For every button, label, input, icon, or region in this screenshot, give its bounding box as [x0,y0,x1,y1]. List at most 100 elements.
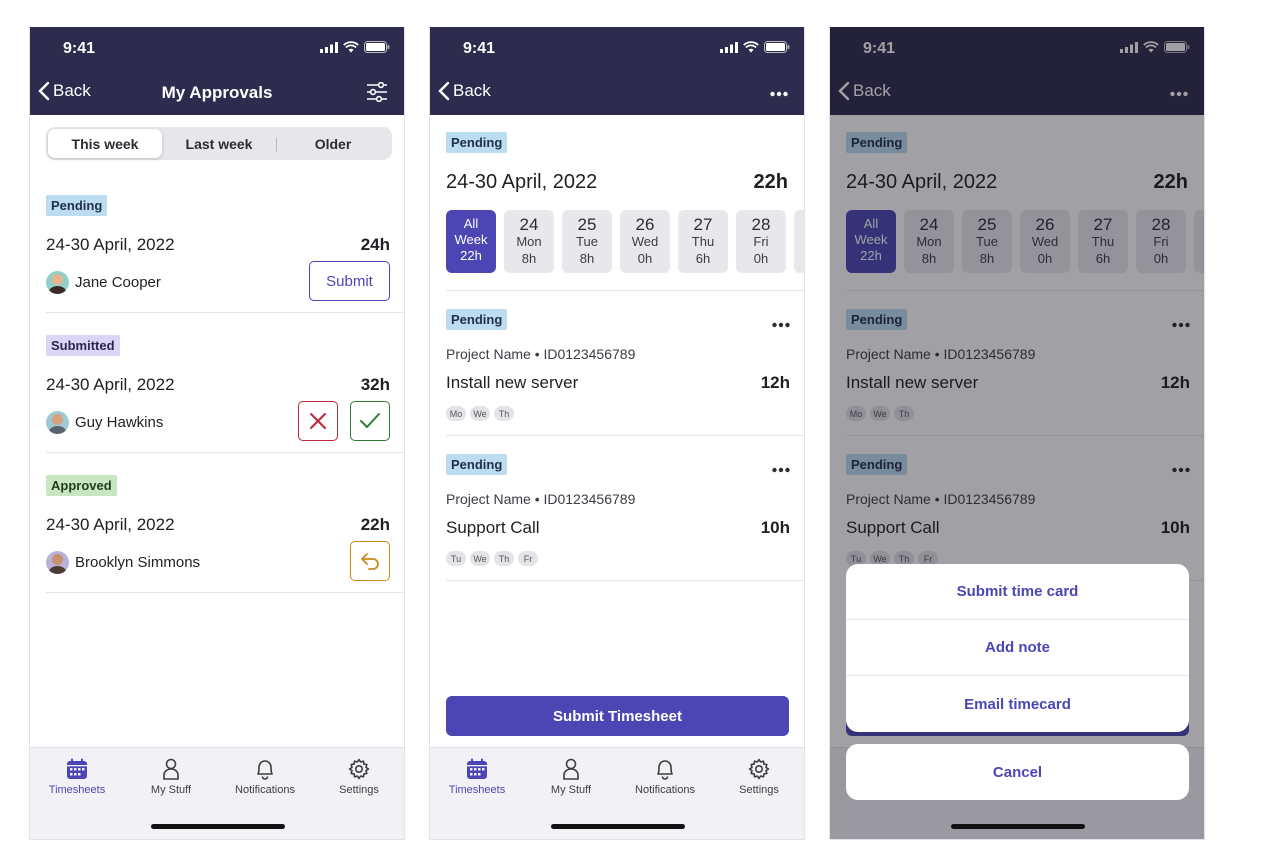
task-name: Support Call [446,518,540,537]
avatar [46,411,69,434]
avatar [46,271,69,294]
approval-card-pending[interactable]: Pending 24-30 April, 2022 24h Jane Coope… [46,173,404,313]
more-horizontal-icon [772,322,790,328]
gear-icon [748,758,770,780]
wifi-icon [743,41,759,53]
tab-settings[interactable]: Settings [312,758,404,796]
day-number: 26 [635,215,655,234]
submit-timesheet-button[interactable]: Submit Timesheet [446,696,789,736]
day-chip[interactable]: 27 Thu 6h [678,210,728,273]
tab-timesheets[interactable]: Timesheets [430,758,524,796]
day-chip: Th [494,551,514,566]
tab-label: Timesheets [48,784,106,796]
submit-time-card-option[interactable]: Submit time card [846,564,1189,620]
bell-icon [257,760,273,780]
day-chip[interactable]: 28 Fri 0h [736,210,786,273]
day-chip-partial[interactable] [794,210,804,273]
task-entry[interactable]: Pending Project Name • ID0123456789 Inst… [446,309,790,429]
back-button[interactable]: Back [38,81,91,101]
card-date: 24-30 April, 2022 [46,375,175,394]
task-more-button[interactable] [772,460,790,478]
task-entry[interactable]: Pending Project Name • ID0123456789 Supp… [446,454,790,574]
week-total-hours: 22h [753,171,788,193]
email-timecard-option[interactable]: Email timecard [846,676,1189,732]
avatar [46,551,69,574]
nav-header: 9:41 Back My Approvals [30,27,404,115]
tab-label: Notifications [235,784,295,796]
approval-card-submitted[interactable]: Submitted 24-30 April, 2022 32h Guy Hawk… [46,313,404,453]
day-label: All [463,216,479,231]
day-number: 25 [577,215,597,234]
filter-button[interactable] [366,81,388,107]
day-hours: 22h [460,248,482,263]
day-of-week: Wed [631,234,659,249]
calendar-icon [67,758,87,779]
day-number: 27 [693,215,713,234]
chevron-left-icon [38,81,50,101]
action-sheet-screen: 9:41 Back Pending 24-30 April, 2022 22h … [829,27,1205,840]
status-badge: Approved [46,475,117,496]
approval-card-approved[interactable]: Approved 24-30 April, 2022 22h Brooklyn … [46,453,404,593]
segment-older[interactable]: Older [276,129,390,158]
day-hours: 8h [521,251,537,266]
home-indicator [951,824,1085,829]
card-hours: 32h [360,375,390,394]
status-badge: Pending [446,454,508,475]
status-time: 9:41 [463,40,496,57]
tab-label: Settings [339,784,379,796]
card-hours: 24h [360,235,390,254]
add-note-option[interactable]: Add note [846,620,1189,676]
day-chip[interactable]: 26 Wed 0h [620,210,670,273]
nav-header: 9:41 Back [430,27,804,115]
card-person: Brooklyn Simmons [46,551,200,574]
tab-my-stuff[interactable]: My Stuff [524,758,618,796]
reject-button[interactable] [298,401,338,441]
back-label: Back [453,81,491,100]
day-chip: Fr [518,551,538,566]
tab-timesheets[interactable]: Timesheets [30,758,124,796]
tab-notifications[interactable]: Notifications [618,758,712,796]
approve-button[interactable] [350,401,390,441]
status-icons [720,41,790,53]
filter-sliders-icon [367,81,387,103]
more-horizontal-icon [772,467,790,473]
day-chip: Tu [446,551,466,566]
day-chip: Th [494,406,514,421]
action-sheet: Submit time card Add note Email timecard [846,564,1189,732]
person-icon [163,758,179,780]
segment-this-week[interactable]: This week [48,129,162,158]
close-icon [310,413,326,429]
undo-icon [361,553,379,570]
day-chip[interactable]: 24 Mon 8h [504,210,554,273]
back-button[interactable]: Back [438,81,491,101]
card-person: Guy Hawkins [46,411,163,434]
return-button[interactable] [350,541,390,581]
submit-button[interactable]: Submit [309,261,390,301]
more-button[interactable] [770,84,788,102]
day-chip[interactable]: 25 Tue 8h [562,210,612,273]
tab-label: Settings [739,784,779,796]
task-more-button[interactable] [772,315,790,333]
tab-notifications[interactable]: Notifications [218,758,312,796]
card-hours: 22h [360,515,390,534]
person-icon [563,758,579,780]
task-name: Install new server [446,373,579,392]
tab-bar: Timesheets My Stuff Notifications Settin… [30,747,404,839]
battery-icon [364,41,390,53]
person-name: Jane Cooper [75,274,161,291]
tab-settings[interactable]: Settings [712,758,804,796]
gear-icon [348,758,370,780]
day-hours: 0h [753,251,769,266]
status-badge: Pending [46,195,108,216]
wifi-icon [343,41,359,53]
tab-label: My Stuff [550,784,592,796]
cancel-button[interactable]: Cancel [846,744,1189,800]
task-days: Tu We Th Fr [446,551,538,566]
tab-my-stuff[interactable]: My Stuff [124,758,218,796]
project-id: Project Name • ID0123456789 [446,346,636,362]
segment-last-week[interactable]: Last week [162,129,276,158]
card-date: 24-30 April, 2022 [46,515,175,534]
day-all-week[interactable]: All Week 22h [446,210,496,273]
calendar-icon [467,758,487,779]
checkmark-icon [360,413,380,428]
